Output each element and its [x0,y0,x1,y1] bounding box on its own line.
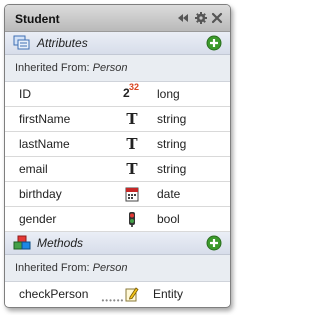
attribute-type: string [157,137,187,151]
attribute-type: long [157,87,180,101]
attribute-type: string [157,162,187,176]
int64-icon: 2 32 [123,82,140,100]
methods-inherited-row: Inherited From: Person [5,255,230,282]
methods-icon [13,235,31,251]
inherited-prefix: Inherited From: [15,262,90,274]
methods-label: Methods [37,236,84,250]
inherited-class: Person [92,62,128,74]
attribute-name: ID [19,87,31,101]
attribute-row-birthday[interactable]: birthday date [5,182,230,207]
attribute-type: date [157,187,181,201]
close-icon[interactable] [210,11,224,25]
attribute-name: birthday [19,187,62,201]
collapse-icon[interactable] [176,11,190,25]
attributes-icon [13,35,31,51]
attribute-type: string [157,112,187,126]
attributes-label: Attributes [37,36,88,50]
gear-icon[interactable] [194,11,208,25]
calendar-icon [125,186,139,202]
inherited-prefix: Inherited From: [15,62,90,74]
inherited-class: Person [92,262,128,274]
attribute-row-gender[interactable]: gender bool [5,207,230,232]
add-method-button[interactable] [206,235,222,251]
attribute-type: bool [157,212,180,226]
attribute-row-firstname[interactable]: firstName T string [5,107,230,132]
attribute-row-lastname[interactable]: lastName T string [5,132,230,157]
resize-grip[interactable]: •••••• [102,296,125,305]
attribute-name: gender [19,212,57,226]
attribute-name: email [19,162,48,176]
traffic-light-icon [125,211,139,227]
attribute-name: firstName [19,112,71,126]
text-icon: T [126,110,138,128]
window-title: Student [15,12,60,26]
method-return-type: Entity [153,287,184,301]
methods-section-header[interactable]: Methods [5,232,230,255]
attributes-inherited-row: Inherited From: Person [5,55,230,82]
text-icon: T [126,135,138,153]
entity-panel: Student Attributes Inherited From: Perso… [4,4,231,308]
attribute-name: lastName [19,137,70,151]
attribute-row-id[interactable]: ID 2 32 long [5,82,230,107]
text-icon: T [126,160,138,178]
attribute-row-email[interactable]: email T string [5,157,230,182]
add-attribute-button[interactable] [206,35,222,51]
attributes-section-header[interactable]: Attributes [5,32,230,55]
method-name: checkPerson [19,287,89,301]
pencil-icon [125,286,139,302]
title-bar[interactable]: Student [5,5,230,32]
